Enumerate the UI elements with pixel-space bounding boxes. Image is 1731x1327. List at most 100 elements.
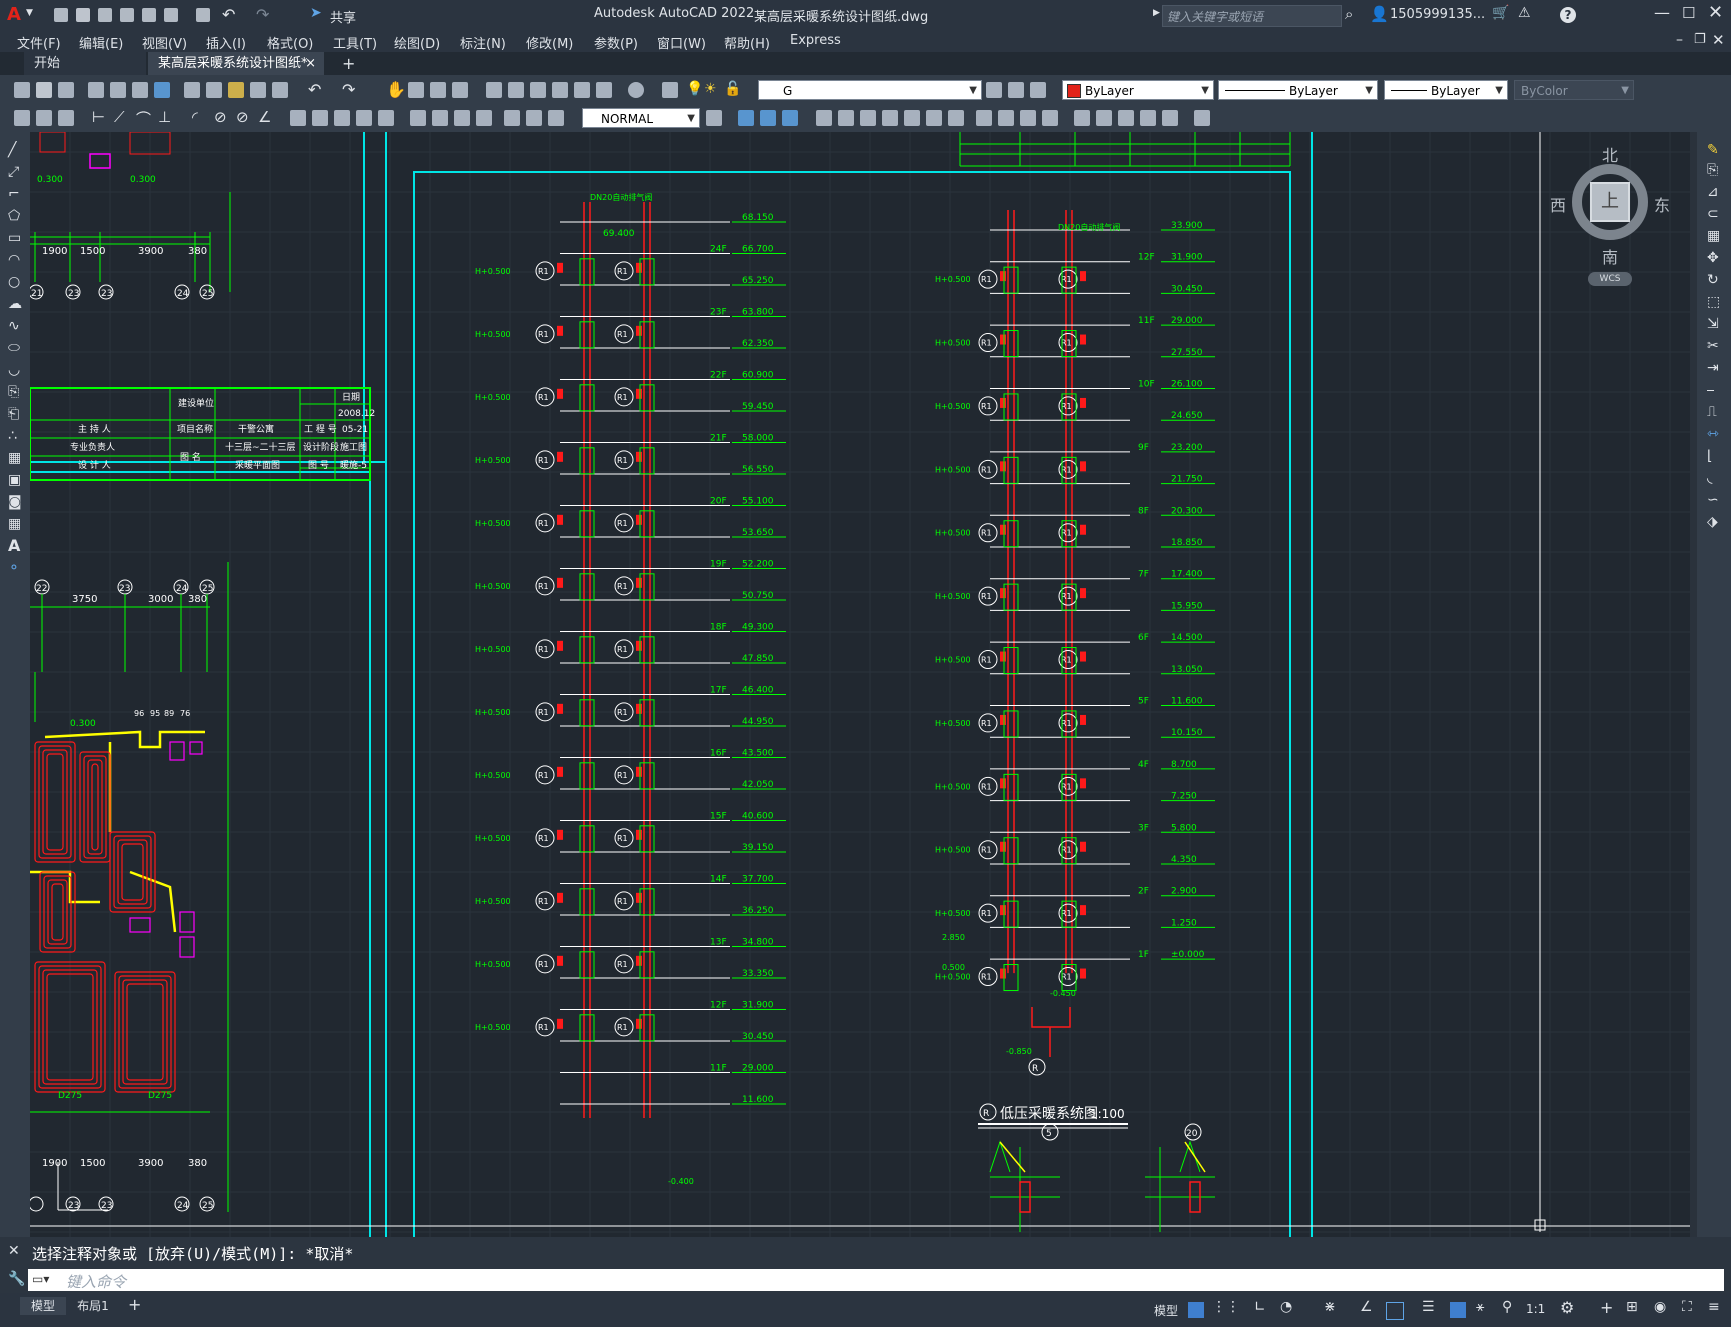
quick-dim-icon[interactable] [290,110,306,126]
zoom-previous-icon[interactable] [452,82,468,98]
blend-icon[interactable]: ∽ [1707,492,1719,508]
zoom-realtime-icon[interactable] [408,82,424,98]
ellipse-arc-icon[interactable]: ◡ [8,362,20,378]
modify-icon-12[interactable] [998,110,1014,126]
array-icon[interactable]: ▦ [1707,228,1720,244]
layer-unlock-icon[interactable]: 🔓 [724,81,741,97]
annotation-monitor-icon[interactable]: + [1600,1298,1613,1317]
insert-block-icon[interactable]: ⎘ [8,384,19,400]
chamfer-icon[interactable]: ⌊ [1707,448,1712,464]
isodraft-icon[interactable]: ⋇ [1324,1299,1336,1315]
properties-icon[interactable] [486,82,502,98]
undo-icon[interactable]: ↶ [222,5,235,24]
tb2-icon-1[interactable] [14,110,30,126]
menu-help[interactable]: 帮助(H) [724,33,770,52]
tab-start[interactable]: 开始 [24,52,146,75]
doc-restore-icon[interactable]: ❐ [1694,32,1706,47]
viewcube-north[interactable]: 北 [1602,142,1618,166]
layer-thaw-icon[interactable]: ☀ [704,81,717,97]
tool-palettes-icon[interactable] [530,82,546,98]
rotate-icon[interactable]: ↻ [1707,272,1719,288]
copy-obj-icon[interactable]: ⎘ [1707,162,1718,178]
open-file-icon[interactable] [76,8,90,22]
share-icon[interactable]: ➤ [310,5,322,21]
add-layout-button[interactable]: + [128,1295,141,1314]
dim-edit-icon[interactable] [504,110,520,126]
modify-icon-2[interactable] [760,110,776,126]
dim-jogged-icon[interactable]: ⊘ [214,108,227,126]
qsave-icon[interactable] [58,82,74,98]
menu-draw[interactable]: 绘图(D) [394,33,440,52]
open-web-icon[interactable] [142,8,156,22]
viewcube-west[interactable]: 西 [1550,192,1566,216]
text-style-dropdown[interactable]: NORMAL ▼ [582,108,700,128]
dim-update-icon[interactable] [548,110,564,126]
break-point-icon[interactable]: ⎯ [1707,382,1714,398]
modify-icon-15[interactable] [1074,110,1090,126]
cut-icon[interactable] [184,82,200,98]
gradient-icon[interactable]: ▣ [8,472,21,488]
modify-icon-4[interactable] [816,110,832,126]
viewcube[interactable]: 上 北 南 西 东 [1550,142,1670,267]
block-editor-icon[interactable] [272,82,288,98]
sheet-set-icon[interactable] [552,82,568,98]
calculator-icon[interactable] [596,82,612,98]
doc-minimize-icon[interactable]: – [1676,32,1683,48]
app-menu-arrow-icon[interactable]: ▼ [26,8,33,18]
menu-modify[interactable]: 修改(M) [526,33,573,52]
modify-icon-9[interactable] [926,110,942,126]
add-selected-icon[interactable]: ⚬ [8,560,20,576]
redo-tb-icon[interactable]: ↷ [342,80,355,99]
modify-icon-7[interactable] [882,110,898,126]
autocad-logo-icon[interactable]: A [7,4,21,25]
cart-icon[interactable]: 🛒 [1492,5,1509,21]
dim-space-icon[interactable] [356,110,372,126]
menu-tools[interactable]: 工具(T) [333,33,377,52]
circle-icon[interactable]: ○ [8,274,20,290]
annotation-visibility-icon[interactable] [1450,1302,1466,1318]
mtext-icon[interactable]: A [8,536,20,555]
search-expand-icon[interactable]: ▶ [1153,8,1160,18]
dim-break-icon[interactable] [378,110,394,126]
undo-tb-icon[interactable]: ↶ [308,80,321,99]
color-dropdown[interactable]: ByLayer ▼ [1062,80,1214,100]
join-icon[interactable]: ⇿ [1707,426,1719,442]
minimize-icon[interactable]: — [1654,3,1670,22]
design-center-icon[interactable] [508,82,524,98]
region-icon[interactable]: ◙ [8,494,22,510]
cmd-recent-icon[interactable]: ▭▾ [32,1272,49,1286]
dim-diameter-icon[interactable]: ⊘ [236,108,249,126]
preview-icon[interactable] [110,82,126,98]
paste-icon[interactable] [228,82,244,98]
dim-linear-icon[interactable]: ⊢ [92,108,105,126]
modify-icon-6[interactable] [860,110,876,126]
arc-icon[interactable]: ◠ [8,252,20,268]
osnap-track-icon[interactable]: ∠ [1360,1299,1373,1315]
table-icon[interactable]: ▦ [8,516,21,532]
modify-icon-5[interactable] [838,110,854,126]
command-input[interactable]: ▭▾ 键入命令 [28,1269,1724,1291]
customize-status-icon[interactable]: ≡ [1708,1299,1720,1315]
modify-icon-8[interactable] [904,110,920,126]
ortho-icon[interactable]: ∟ [1254,1299,1266,1315]
layer-on-icon[interactable]: 💡 [686,81,703,97]
ellipse-icon[interactable]: ⬭ [8,340,20,356]
explode-icon[interactable]: ⬗ [1707,514,1718,530]
modify-icon-19[interactable] [1162,110,1178,126]
search-icon[interactable]: ⌕ [1345,5,1353,23]
cmd-customize-icon[interactable]: 🔧 [8,1271,25,1287]
point-icon[interactable]: ∴ [8,428,17,444]
cmd-close-icon[interactable]: ✕ [8,1243,20,1259]
center-mark-icon[interactable] [432,110,448,126]
modify-icon-18[interactable] [1140,110,1156,126]
menu-format[interactable]: 格式(O) [267,33,313,52]
modify-icon-11[interactable] [976,110,992,126]
close-icon[interactable]: ✕ [1708,2,1723,23]
user-icon[interactable]: 👤 [1370,5,1389,23]
tolerance-icon[interactable] [410,110,426,126]
modify-icon-16[interactable] [1096,110,1112,126]
save-icon[interactable] [98,8,112,22]
offset-icon[interactable]: ⊂ [1707,206,1719,222]
autodesk-app-icon[interactable]: ⚠ [1518,5,1531,21]
match-prop-icon[interactable] [250,82,266,98]
